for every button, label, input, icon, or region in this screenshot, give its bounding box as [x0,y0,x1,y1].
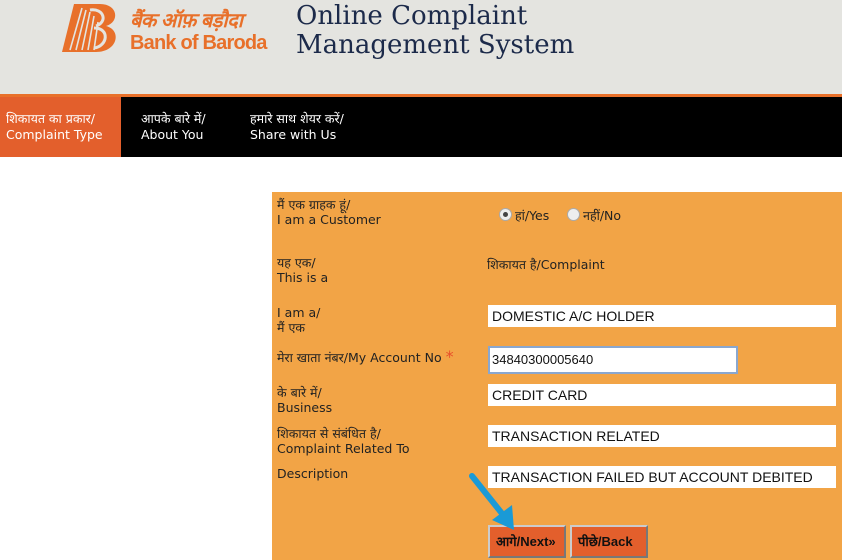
radio-no[interactable] [567,208,580,221]
label-hindi: यह एक/ [277,255,316,270]
radio-yes-label: हां/Yes [515,208,550,223]
tab-label-english: Share with Us [250,127,337,142]
page-title: Online Complaint Management System [296,2,574,60]
complaint-related-field[interactable]: TRANSACTION RELATED [488,425,836,447]
complaint-type-value: शिकायत है/Complaint [487,257,605,272]
required-asterisk: * [445,347,454,366]
business-label: के बारे में/ Business [277,385,332,415]
customer-no-option[interactable]: नहीं/No [567,207,621,224]
customer-category-field[interactable]: DOMESTIC A/C HOLDER [488,305,836,327]
tab-about-you[interactable]: आपके बारे में/ About You [141,97,241,157]
label-hindi: मैं एक [277,320,305,335]
tab-share-with-us[interactable]: हमारे साथ शेयर करें/ Share with Us [250,97,390,157]
label-hindi: शिकायत से संबंधित है/ [277,426,381,441]
bank-of-baroda-logo-icon [62,4,116,52]
complaint-related-label: शिकायत से संबंधित है/ Complaint Related … [277,426,410,456]
logo-english-text: Bank of Baroda [130,32,267,54]
label-text: मेरा खाता नंबर/My Account No [277,350,442,365]
title-line-1: Online Complaint [296,1,528,31]
description-label: Description [277,466,349,481]
next-button[interactable]: आगे/Next» [488,525,566,558]
description-field[interactable]: TRANSACTION FAILED BUT ACCOUNT DEBITED [488,466,836,488]
tab-label-hindi: शिकायत का प्रकार/ [6,111,96,126]
complaint-form: मैं एक ग्राहक हूं/ I am a Customer हां/Y… [272,192,842,560]
label-english: I am a Customer [277,212,381,227]
radio-no-label: नहीं/No [583,208,622,223]
label-english: I am a/ [277,305,321,320]
tab-complaint-type[interactable]: शिकायत का प्रकार/ Complaint Type [0,97,121,157]
label-english: Business [277,400,333,415]
back-button[interactable]: पीछे/Back [570,525,648,558]
label-hindi: के बारे में/ [277,385,322,400]
this-is-label: यह एक/ This is a [277,255,328,285]
tab-label-hindi: हमारे साथ शेयर करें/ [250,111,344,126]
i-am-label: I am a/ मैं एक [277,305,320,335]
label-english: Complaint Related To [277,441,410,456]
account-number-label: मेरा खाता नंबर/My Account No * [277,347,454,366]
customer-yes-option[interactable]: हां/Yes [499,207,549,224]
account-number-input[interactable]: 34840300005640 [488,346,738,374]
radio-yes[interactable] [499,208,512,221]
step-nav: शिकायत का प्रकार/ Complaint Type आपके बा… [0,97,842,157]
tab-label-hindi: आपके बारे में/ [141,111,206,126]
tab-label-english: About You [141,127,204,142]
bank-logo[interactable]: बैंक ऑफ़ बड़ौदा Bank of Baroda [60,2,270,58]
customer-label: मैं एक ग्राहक हूं/ I am a Customer [277,197,381,227]
label-hindi: मैं एक ग्राहक हूं/ [277,197,351,212]
business-field[interactable]: CREDIT CARD [488,384,836,406]
label-english: This is a [277,270,329,285]
title-line-2: Management System [296,30,575,60]
header: बैंक ऑफ़ बड़ौदा Bank of Baroda Online Co… [0,0,842,97]
tab-label-english: Complaint Type [6,127,103,142]
logo-hindi-text: बैंक ऑफ़ बड़ौदा [130,10,243,32]
